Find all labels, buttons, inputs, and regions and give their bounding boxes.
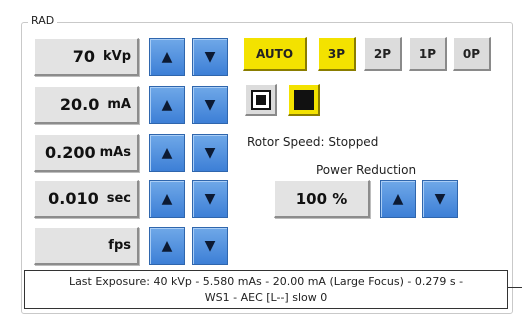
3p-button[interactable]: 3P — [318, 37, 356, 71]
arrow-down-icon: ▼ — [204, 191, 216, 207]
kvp-value: 70 — [72, 47, 95, 66]
arrow-up-icon: ▲ — [161, 238, 173, 254]
ma-up-button[interactable]: ▲ — [149, 86, 185, 124]
arrow-up-icon: ▲ — [161, 145, 173, 161]
mas-up-button[interactable]: ▲ — [149, 134, 185, 172]
last-exposure-status: Last Exposure: 40 kVp - 5.580 mAs - 20.0… — [24, 270, 508, 309]
fps-field: fps — [34, 227, 139, 265]
panel-title: RAD — [28, 14, 58, 28]
arrow-down-icon: ▼ — [434, 191, 446, 207]
power-reduction-up-button[interactable]: ▲ — [380, 180, 416, 218]
rotor-speed-text: Rotor Speed: Stopped — [247, 135, 379, 149]
mas-field: 0.200 mAs — [34, 134, 139, 172]
status-line-2: WS1 - AEC [L--] slow 0 — [204, 291, 328, 304]
small-focus-icon — [250, 89, 271, 110]
sec-down-button[interactable]: ▼ — [192, 180, 228, 218]
ma-down-button[interactable]: ▼ — [192, 86, 228, 124]
power-reduction-field: 100 % — [274, 180, 370, 218]
1p-button[interactable]: 1P — [409, 37, 447, 71]
mas-unit: mAs — [99, 145, 131, 160]
sec-unit: sec — [106, 191, 131, 206]
arrow-up-icon: ▲ — [161, 191, 173, 207]
fps-up-button[interactable]: ▲ — [149, 227, 185, 265]
kvp-down-button[interactable]: ▼ — [192, 38, 228, 76]
power-reduction-value: 100 % — [295, 189, 348, 208]
connector-line — [508, 287, 522, 288]
fps-down-button[interactable]: ▼ — [192, 227, 228, 265]
fps-unit: fps — [108, 238, 131, 253]
sec-up-button[interactable]: ▲ — [149, 180, 185, 218]
0p-button[interactable]: 0P — [453, 37, 491, 71]
kvp-unit: kVp — [102, 49, 131, 64]
auto-button[interactable]: AUTO — [243, 37, 307, 71]
small-focus-button[interactable] — [245, 84, 277, 116]
ma-value: 20.0 — [59, 95, 100, 114]
large-focus-icon — [293, 89, 314, 110]
mas-value: 0.200 — [45, 143, 96, 162]
arrow-down-icon: ▼ — [204, 97, 216, 113]
power-reduction-label: Power Reduction — [316, 163, 417, 177]
large-focus-button[interactable] — [288, 84, 320, 116]
sec-value: 0.010 — [48, 189, 99, 208]
kvp-up-button[interactable]: ▲ — [149, 38, 185, 76]
ma-field: 20.0 mA — [34, 86, 139, 124]
2p-button[interactable]: 2P — [364, 37, 402, 71]
status-line-1: Last Exposure: 40 kVp - 5.580 mAs - 20.0… — [68, 275, 464, 288]
arrow-down-icon: ▼ — [204, 238, 216, 254]
arrow-up-icon: ▲ — [392, 191, 404, 207]
mas-down-button[interactable]: ▼ — [192, 134, 228, 172]
power-reduction-down-button[interactable]: ▼ — [422, 180, 458, 218]
arrow-down-icon: ▼ — [204, 49, 216, 65]
kvp-field: 70 kVp — [34, 38, 139, 76]
ma-unit: mA — [107, 97, 131, 112]
arrow-up-icon: ▲ — [161, 49, 173, 65]
sec-field: 0.010 sec — [34, 180, 139, 218]
arrow-up-icon: ▲ — [161, 97, 173, 113]
arrow-down-icon: ▼ — [204, 145, 216, 161]
